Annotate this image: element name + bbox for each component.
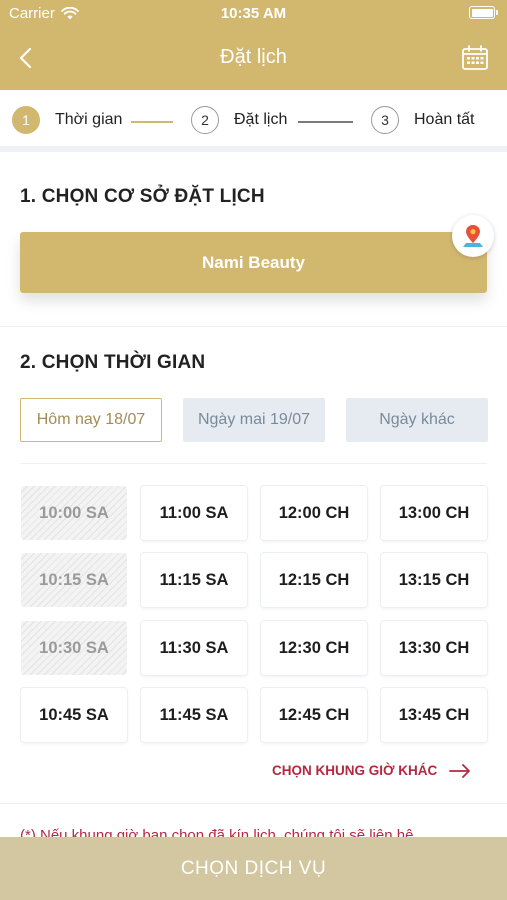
app-header: Carrier 10:35 AM Đặt lịch xyxy=(0,0,507,90)
slot-label: 13:30 CH xyxy=(398,638,470,657)
step-number: 2 xyxy=(191,106,219,134)
battery-icon xyxy=(469,6,498,19)
time-slot-disabled: 10:30 SA xyxy=(21,621,127,675)
slot-label: 11:00 SA xyxy=(159,503,229,522)
time-slot[interactable]: 11:15 SA xyxy=(141,553,247,607)
choose-other-slot-link[interactable]: CHỌN KHUNG GIỜ KHÁC xyxy=(272,763,471,778)
time-slot[interactable]: 13:00 CH xyxy=(381,486,487,540)
branch-name: Nami Beauty xyxy=(202,252,305,272)
slot-label: 10:00 SA xyxy=(39,503,109,522)
tab-other-day[interactable]: Ngày khác xyxy=(346,398,488,442)
location-button[interactable] xyxy=(452,215,494,257)
step-number: 3 xyxy=(371,106,399,134)
slot-label: 11:15 SA xyxy=(159,570,229,589)
time-slot[interactable]: 11:00 SA xyxy=(141,486,247,540)
status-bar: Carrier 10:35 AM xyxy=(0,0,507,28)
map-pin-icon xyxy=(463,225,483,247)
tab-tomorrow[interactable]: Ngày mai 19/07 xyxy=(183,398,325,442)
branch-section-title: 1. CHỌN CƠ SỞ ĐẶT LỊCH xyxy=(20,186,265,207)
time-slot[interactable]: 13:30 CH xyxy=(381,621,487,675)
slot-label: 13:00 CH xyxy=(398,503,470,522)
slot-label: 10:15 SA xyxy=(39,570,109,589)
step-connector xyxy=(131,121,173,123)
section-divider xyxy=(0,803,507,804)
time-slot[interactable]: 12:30 CH xyxy=(261,621,367,675)
slot-label: 12:00 CH xyxy=(278,503,350,522)
slot-label: 10:45 SA xyxy=(39,705,109,724)
branch-select-button[interactable]: Nami Beauty xyxy=(20,232,487,293)
slot-label: 12:45 CH xyxy=(278,705,350,724)
section-divider xyxy=(0,326,507,327)
time-slot[interactable]: 13:45 CH xyxy=(381,688,487,742)
time-slot[interactable]: 10:45 SA xyxy=(21,688,127,742)
more-label: CHỌN KHUNG GIỜ KHÁC xyxy=(272,763,438,778)
step-complete: 3 Hoàn tất xyxy=(371,106,474,134)
tab-today[interactable]: Hôm nay 18/07 xyxy=(20,398,162,442)
step-booking: 2 Đặt lịch xyxy=(191,106,287,134)
step-number: 1 xyxy=(12,106,40,134)
tab-label: Ngày khác xyxy=(379,411,455,428)
slot-label: 12:15 CH xyxy=(278,570,350,589)
time-slot-disabled: 10:00 SA xyxy=(21,486,127,540)
choose-service-button[interactable]: CHỌN DỊCH VỤ xyxy=(0,837,507,900)
calendar-icon xyxy=(462,45,488,70)
choose-service-label: CHỌN DỊCH VỤ xyxy=(180,857,327,879)
step-label: Thời gian xyxy=(55,111,123,128)
slot-label: 11:45 SA xyxy=(159,705,229,724)
slot-label: 12:30 CH xyxy=(278,638,350,657)
slot-label: 11:30 SA xyxy=(159,638,229,657)
time-slot[interactable]: 12:15 CH xyxy=(261,553,367,607)
arrow-right-icon xyxy=(449,763,471,778)
time-slot[interactable]: 13:15 CH xyxy=(381,553,487,607)
time-section-title: 2. CHỌN THỜI GIAN xyxy=(20,352,206,373)
step-time: 1 Thời gian xyxy=(12,106,122,134)
tab-label: Ngày mai 19/07 xyxy=(197,411,311,428)
step-label: Đặt lịch xyxy=(234,111,288,128)
tabs-divider xyxy=(20,463,487,464)
slot-label: 13:15 CH xyxy=(398,570,470,589)
time-slot[interactable]: 11:45 SA xyxy=(141,688,247,742)
slot-label: 10:30 SA xyxy=(39,638,109,657)
step-label: Hoàn tất xyxy=(414,111,475,128)
time-slot-disabled: 10:15 SA xyxy=(21,553,127,607)
time-slot[interactable]: 12:00 CH xyxy=(261,486,367,540)
tab-label: Hôm nay 18/07 xyxy=(36,411,146,428)
progress-stepper: 1 Thời gian 2 Đặt lịch 3 Hoàn tất xyxy=(0,90,507,152)
time-slot[interactable]: 12:45 CH xyxy=(261,688,367,742)
calendar-button[interactable] xyxy=(461,44,489,72)
status-time: 10:35 AM xyxy=(220,5,287,22)
time-slot[interactable]: 11:30 SA xyxy=(141,621,247,675)
page-title: Đặt lịch xyxy=(220,46,287,68)
step-connector xyxy=(298,121,353,123)
slot-label: 13:45 CH xyxy=(398,705,470,724)
